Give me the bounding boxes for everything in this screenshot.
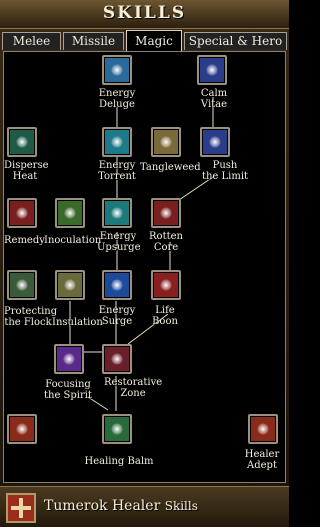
protecting-the-flock-label: Protecting the Flock — [4, 306, 58, 328]
energy-upsurge-icon[interactable] — [102, 198, 132, 228]
unnamed-red-skill-icon[interactable] — [7, 414, 37, 444]
tangleweed-label: Tangleweed — [140, 162, 201, 173]
energy-torrent-label: Energy Torrent — [98, 160, 136, 182]
class-title: Tumerok Healer — [44, 498, 161, 514]
tangleweed-icon[interactable] — [151, 127, 181, 157]
title-bar: SKILLS — [0, 0, 289, 29]
healer-adept-icon[interactable] — [248, 414, 278, 444]
class-suffix: Skills — [164, 499, 198, 513]
tab-magic[interactable]: Magic — [126, 30, 182, 52]
disperse-heat-icon[interactable] — [7, 127, 37, 157]
energy-deluge-icon[interactable] — [102, 55, 132, 85]
skill-connectors — [21, 97, 214, 411]
energy-torrent-icon[interactable] — [102, 127, 132, 157]
calm-vitae-icon[interactable] — [197, 55, 227, 85]
inoculation-label: Inoculation — [44, 235, 102, 246]
focusing-the-spirit-icon[interactable] — [54, 344, 84, 374]
restorative-zone-label: Restorative Zone — [104, 377, 163, 399]
healing-balm-label: Healing Balm — [84, 456, 154, 467]
focusing-the-spirit-label: Focusing the Spirit — [44, 379, 93, 401]
energy-upsurge-label: Energy Upsurge — [97, 231, 141, 253]
tab-special-hero[interactable]: Special & Hero — [184, 32, 287, 50]
restorative-zone-icon[interactable] — [102, 344, 132, 374]
remedy-icon[interactable] — [7, 198, 37, 228]
healer-adept-label: Healer Adept — [244, 449, 280, 471]
push-the-limit-icon[interactable] — [200, 127, 230, 157]
tab-melee[interactable]: Melee — [2, 32, 61, 50]
healing-balm-icon[interactable] — [102, 414, 132, 444]
class-bar: Tumerok Healer Skills — [0, 486, 289, 527]
skill-tree-panel: Energy Deluge Calm Vitae Disperse Heat E… — [3, 51, 286, 483]
skill-tabs: Melee Missile Magic Special & Hero — [2, 30, 287, 52]
remedy-label: Remedy — [4, 235, 45, 246]
life-boon-label: Life Boon — [152, 305, 178, 327]
push-the-limit-label: Push the Limit — [201, 160, 249, 182]
insulation-label: Insulation — [52, 317, 103, 328]
energy-surge-label: Energy Surge — [98, 305, 136, 327]
life-boon-icon[interactable] — [151, 270, 181, 300]
energy-deluge-label: Energy Deluge — [98, 88, 136, 110]
healer-cross-icon — [6, 493, 36, 523]
rotten-core-icon[interactable] — [151, 198, 181, 228]
protecting-the-flock-icon[interactable] — [7, 270, 37, 300]
window-title: SKILLS — [102, 3, 187, 23]
energy-surge-icon[interactable] — [102, 270, 132, 300]
tab-missile[interactable]: Missile — [63, 32, 124, 50]
calm-vitae-label: Calm Vitae — [200, 88, 228, 110]
insulation-icon[interactable] — [55, 270, 85, 300]
class-name: Tumerok Healer Skills — [44, 498, 198, 514]
rotten-core-label: Rotten Core — [149, 231, 183, 253]
disperse-heat-label: Disperse Heat — [4, 160, 49, 182]
inoculation-icon[interactable] — [55, 198, 85, 228]
